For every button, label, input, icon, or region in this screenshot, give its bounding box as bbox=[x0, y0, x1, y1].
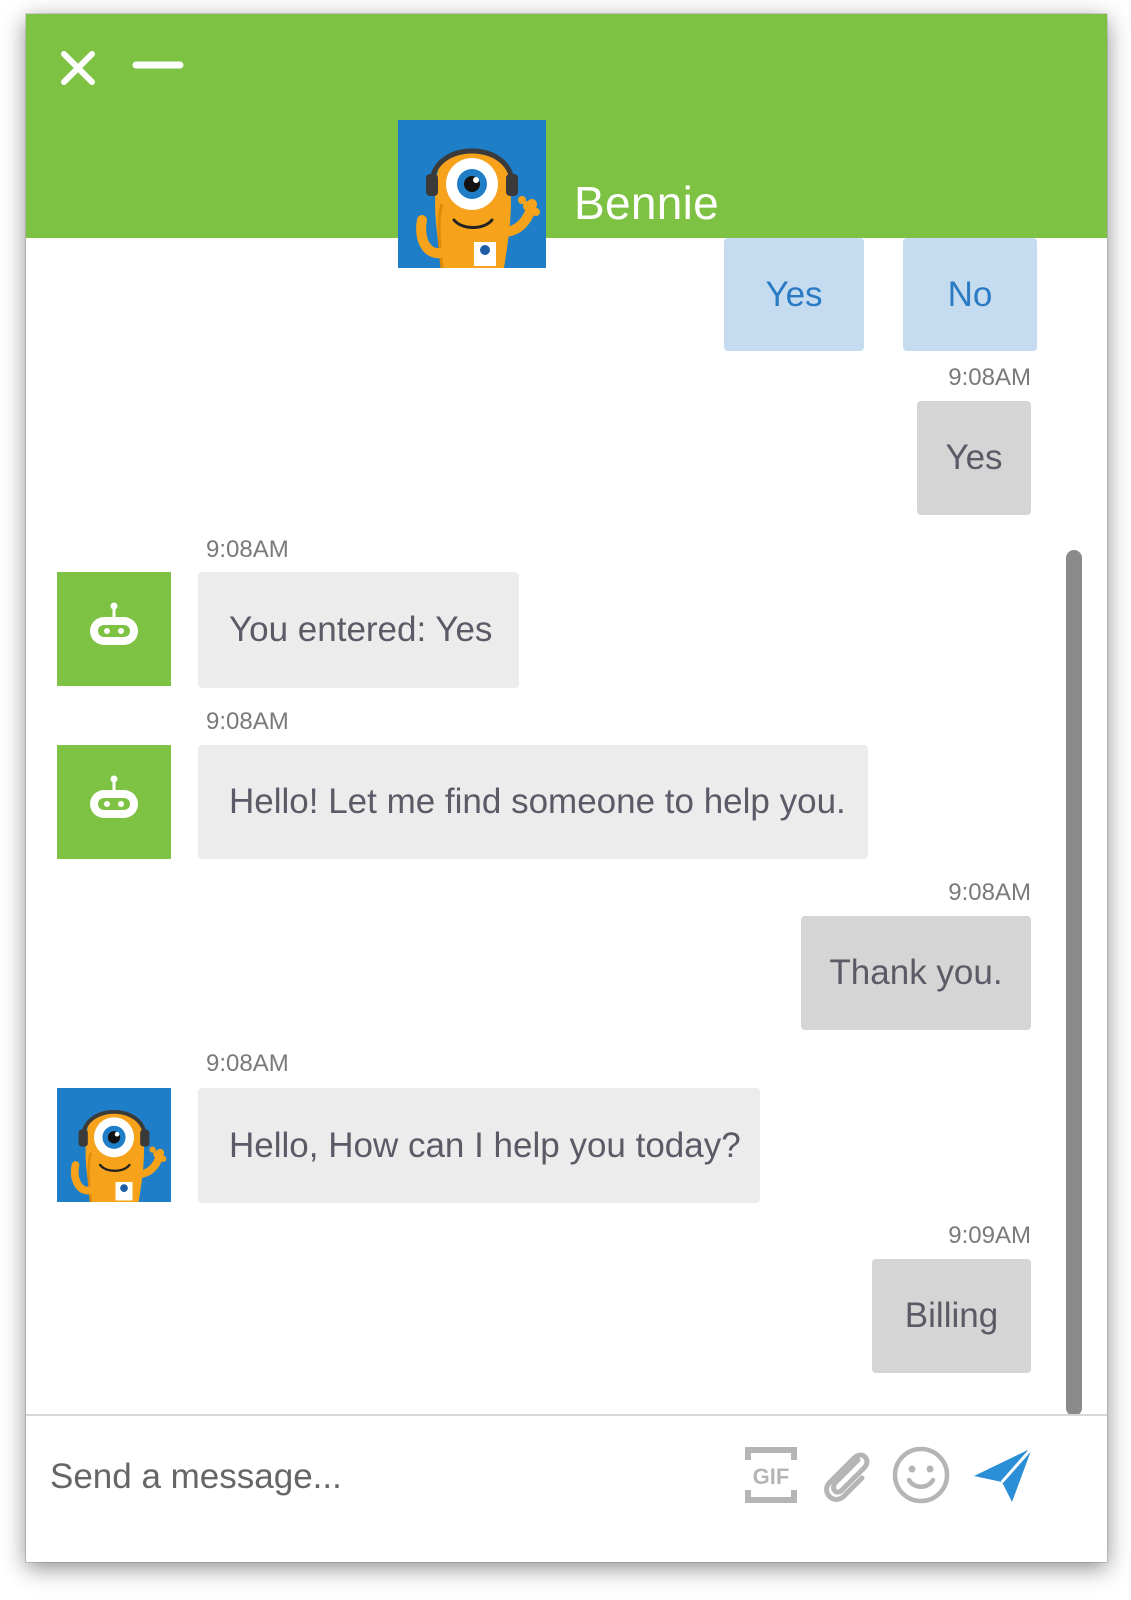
timestamp: 9:09AM bbox=[948, 1222, 1031, 1249]
close-icon bbox=[61, 51, 95, 85]
minimize-icon bbox=[132, 61, 184, 69]
paperclip-icon bbox=[824, 1452, 870, 1502]
agent-avatar bbox=[57, 1088, 171, 1202]
gif-button[interactable]: GIF bbox=[738, 1442, 804, 1508]
agent-name: Bennie bbox=[574, 177, 720, 229]
quick-reply-no[interactable]: No bbox=[903, 238, 1037, 351]
agent-avatar bbox=[398, 120, 546, 268]
timestamp: 9:08AM bbox=[206, 708, 289, 735]
timestamp: 9:08AM bbox=[206, 1050, 289, 1077]
gif-label: GIF bbox=[753, 1464, 790, 1489]
chat-window: Bennie Yes No 9:08AM Yes 9:08AM You ente… bbox=[26, 14, 1107, 1562]
bot-message: Hello! Let me find someone to help you. bbox=[198, 745, 868, 859]
timestamp: 9:08AM bbox=[948, 364, 1031, 391]
scrollbar[interactable] bbox=[1066, 550, 1082, 1416]
smiley-icon bbox=[892, 1446, 950, 1504]
gif-icon: GIF bbox=[745, 1447, 797, 1503]
send-icon bbox=[974, 1447, 1034, 1502]
timestamp: 9:08AM bbox=[948, 879, 1031, 906]
bot-message: You entered: Yes bbox=[198, 572, 519, 688]
attach-button[interactable] bbox=[816, 1442, 882, 1508]
chat-header: Bennie bbox=[26, 14, 1107, 238]
send-button[interactable] bbox=[970, 1442, 1040, 1508]
bot-avatar bbox=[57, 745, 171, 859]
close-button[interactable] bbox=[58, 48, 98, 88]
robot-icon bbox=[84, 772, 144, 832]
minimize-button[interactable] bbox=[132, 48, 184, 88]
user-message: Thank you. bbox=[801, 916, 1031, 1030]
message-input[interactable] bbox=[48, 1444, 692, 1510]
agent-message: Hello, How can I help you today? bbox=[198, 1088, 760, 1203]
user-message: Yes bbox=[917, 401, 1031, 515]
emoji-button[interactable] bbox=[888, 1442, 954, 1508]
quick-reply-yes[interactable]: Yes bbox=[724, 238, 864, 351]
robot-icon bbox=[84, 599, 144, 659]
user-message: Billing bbox=[872, 1259, 1031, 1373]
composer: GIF bbox=[26, 1414, 1107, 1562]
timestamp: 9:08AM bbox=[206, 536, 289, 563]
bot-avatar bbox=[57, 572, 171, 686]
message-list[interactable]: Yes No 9:08AM Yes 9:08AM You entered: Ye… bbox=[26, 238, 1107, 1460]
